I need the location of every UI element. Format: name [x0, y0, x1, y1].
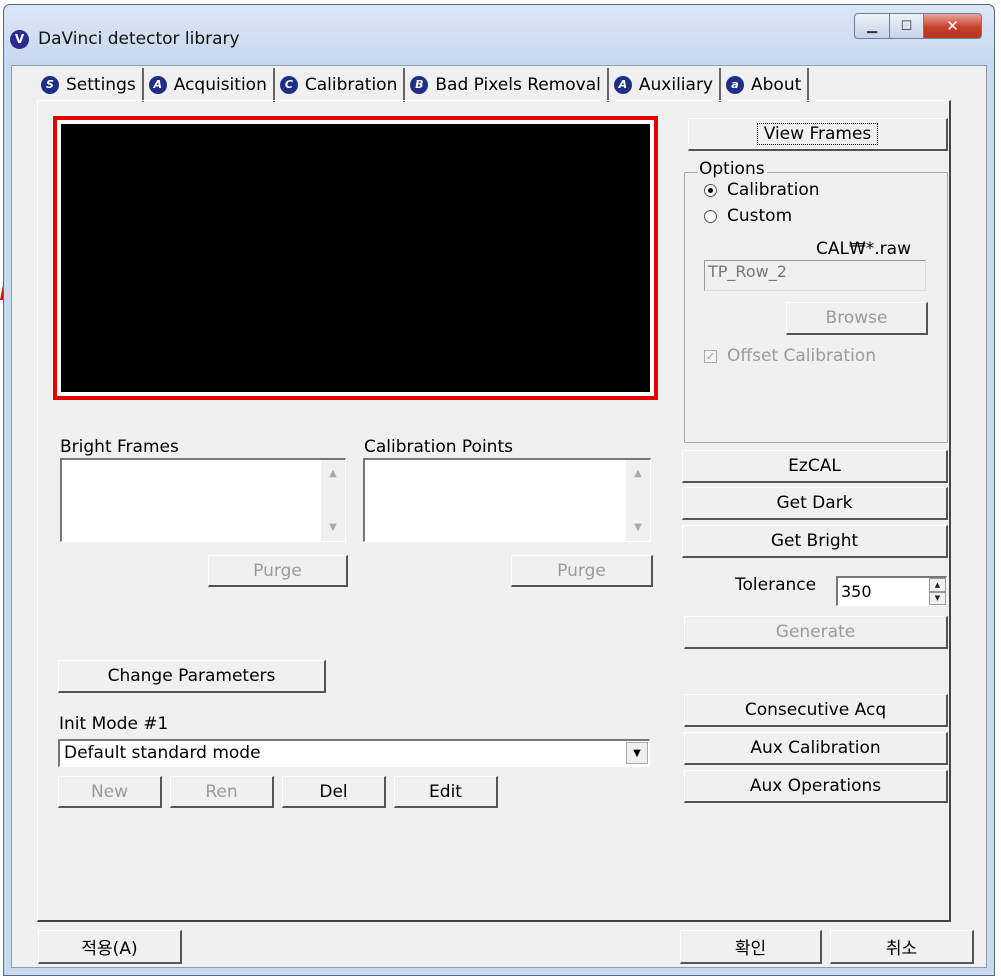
radio-calibration-label: Calibration [727, 180, 820, 200]
app-icon: V [10, 30, 29, 49]
bright-frames-scrollbar[interactable]: ▲ ▼ [321, 460, 345, 541]
purge-bright-label: Purge [253, 560, 302, 581]
consecutive-acq-label: Consecutive Acq [744, 700, 887, 720]
tab-label: Bad Pixels Removal [435, 75, 601, 95]
minimize-button[interactable]: ▁ [854, 13, 890, 39]
scroll-down-icon: ▼ [634, 522, 642, 533]
aux-operations-button[interactable]: Aux Operations [684, 770, 948, 803]
get-bright-button[interactable]: Get Bright [682, 525, 948, 558]
scroll-up-icon: ▲ [634, 468, 642, 479]
bright-frames-list[interactable]: ▲ ▼ [60, 458, 346, 542]
radio-custom-label: Custom [727, 206, 793, 226]
scroll-down-icon: ▼ [329, 522, 337, 533]
tab-strip: S Settings A Acquisition C Calibration B… [36, 68, 810, 102]
maximize-icon: ☐ [900, 18, 913, 34]
generate-label: Generate [775, 622, 856, 642]
frame-preview-image [61, 124, 650, 392]
title-bar: V DaVinci detector library ▁ ☐ ✕ [4, 5, 994, 65]
close-button[interactable]: ✕ [924, 13, 982, 39]
cancel-label: 취소 [885, 939, 918, 959]
custom-path-field[interactable]: TP_Row_2 [704, 260, 926, 291]
window-title: DaVinci detector library [38, 29, 240, 49]
purge-points-label: Purge [557, 560, 606, 581]
radio-selected-icon [704, 183, 717, 197]
apply-label: 적용(A) [81, 939, 138, 959]
tab-about[interactable]: a About [721, 68, 810, 102]
cancel-button[interactable]: 취소 [830, 930, 974, 964]
ezcal-label: EzCAL [788, 456, 841, 476]
new-mode-label: New [90, 781, 129, 802]
edit-mode-button[interactable]: Edit [394, 776, 498, 808]
offset-calibration-label: Offset Calibration [727, 346, 876, 366]
aux-calibration-button[interactable]: Aux Calibration [684, 732, 948, 765]
browse-label: Browse [825, 308, 888, 328]
tab-settings[interactable]: S Settings [36, 68, 144, 102]
radio-custom[interactable]: Custom [704, 206, 792, 226]
acquisition-badge-icon: A [148, 76, 167, 94]
new-mode-button[interactable]: New [58, 776, 162, 808]
ezcal-button[interactable]: EzCAL [682, 450, 948, 483]
generate-button[interactable]: Generate [684, 616, 948, 649]
init-mode-label: Init Mode #1 [59, 714, 169, 734]
change-parameters-button[interactable]: Change Parameters [58, 660, 326, 693]
tab-acquisition[interactable]: A Acquisition [143, 68, 275, 102]
bad-pixels-badge-icon: B [410, 76, 429, 94]
edit-mode-label: Edit [429, 781, 462, 802]
checkmark-icon: ✓ [704, 349, 717, 363]
get-dark-button[interactable]: Get Dark [682, 487, 948, 520]
auxiliary-badge-icon: A [613, 76, 632, 94]
tolerance-value: 350 [841, 582, 872, 601]
tab-label: Acquisition [173, 75, 267, 95]
delete-mode-label: Del [319, 781, 348, 802]
chevron-down-icon[interactable]: ▼ [626, 742, 648, 764]
get-dark-label: Get Dark [776, 493, 853, 513]
spin-up-icon[interactable]: ▲ [929, 578, 946, 592]
calibration-points-scrollbar[interactable]: ▲ ▼ [626, 460, 650, 541]
purge-bright-button[interactable]: Purge [208, 555, 348, 587]
tolerance-spinner[interactable]: 350 ▲ ▼ [836, 576, 947, 606]
purge-points-button[interactable]: Purge [511, 555, 653, 587]
view-frames-label: View Frames [756, 123, 879, 145]
ok-button[interactable]: 확인 [680, 930, 822, 964]
tab-bad-pixels-removal[interactable]: B Bad Pixels Removal [405, 68, 609, 102]
tab-calibration[interactable]: C Calibration [274, 68, 406, 102]
spin-down-icon[interactable]: ▼ [929, 591, 946, 605]
scroll-up-icon: ▲ [329, 468, 337, 479]
consecutive-acq-button[interactable]: Consecutive Acq [684, 694, 948, 727]
calibration-points-list[interactable]: ▲ ▼ [363, 458, 651, 542]
init-mode-selected: Default standard mode [64, 743, 261, 763]
init-mode-select[interactable]: Default standard mode ▼ [58, 739, 650, 767]
aux-operations-label: Aux Operations [749, 776, 882, 796]
apply-button[interactable]: 적용(A) [38, 930, 182, 964]
bright-frames-label: Bright Frames [60, 437, 179, 457]
radio-calibration[interactable]: Calibration [704, 180, 820, 200]
calibration-badge-icon: C [279, 76, 298, 94]
tab-label: Calibration [304, 75, 398, 95]
path-hint-label: CAL₩*.raw [816, 239, 911, 259]
rename-mode-button[interactable]: Ren [170, 776, 274, 808]
radio-unselected-icon [704, 209, 717, 223]
tab-label: Auxiliary [638, 75, 713, 95]
get-bright-label: Get Bright [770, 531, 859, 551]
tab-label: Settings [66, 75, 136, 95]
rename-mode-label: Ren [205, 781, 238, 802]
frame-preview [53, 116, 658, 400]
close-icon: ✕ [946, 17, 959, 35]
view-frames-button[interactable]: View Frames [688, 118, 948, 151]
maximize-button[interactable]: ☐ [890, 13, 924, 39]
calibration-points-label: Calibration Points [364, 437, 513, 457]
tolerance-label: Tolerance [735, 575, 817, 595]
ok-label: 확인 [734, 939, 767, 959]
about-badge-icon: a [726, 76, 744, 94]
delete-mode-button[interactable]: Del [282, 776, 386, 808]
minimize-icon: ▁ [867, 18, 877, 34]
settings-badge-icon: S [41, 76, 59, 94]
tab-label: About [751, 75, 802, 95]
offset-calibration-checkbox[interactable]: ✓ Offset Calibration [704, 346, 876, 366]
aux-calibration-label: Aux Calibration [750, 738, 881, 758]
change-parameters-label: Change Parameters [107, 666, 276, 686]
browse-button[interactable]: Browse [786, 302, 928, 335]
options-label: Options [697, 159, 767, 179]
tab-auxiliary[interactable]: A Auxiliary [608, 68, 721, 102]
